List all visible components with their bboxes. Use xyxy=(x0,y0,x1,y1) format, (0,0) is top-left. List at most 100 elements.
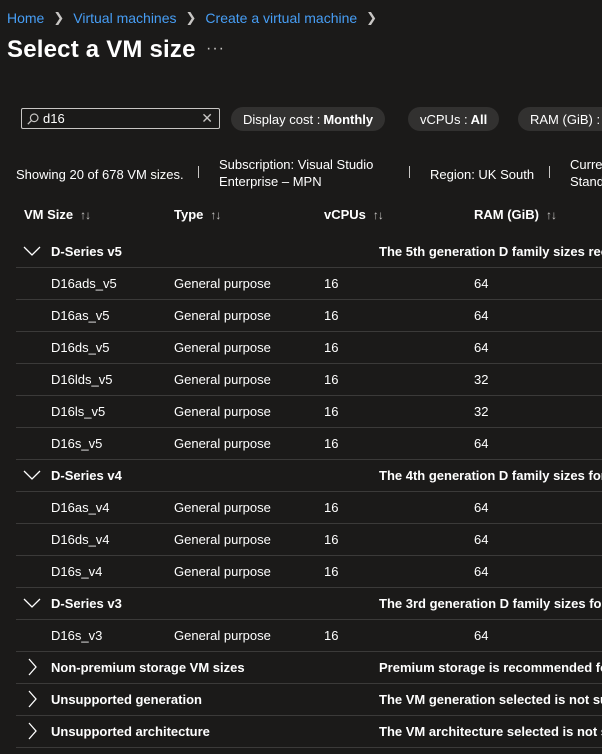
subscription-info: Subscription: Visual Studio Enterprise –… xyxy=(219,156,373,190)
search-input[interactable] xyxy=(43,111,193,126)
column-header-type[interactable]: Type ↑↓ xyxy=(174,207,221,222)
type-cell: General purpose xyxy=(174,308,271,323)
filter-label: Display cost : xyxy=(243,111,321,127)
column-header-vcpus[interactable]: vCPUs ↑↓ xyxy=(324,207,384,222)
chevron-down-icon[interactable] xyxy=(16,236,48,267)
vm-size-cell: D16ds_v4 xyxy=(51,532,110,547)
result-count: Showing 20 of 678 VM sizes. xyxy=(16,167,184,182)
search-icon xyxy=(27,112,39,125)
region-info: Region: UK South xyxy=(430,167,535,182)
vcpus-filter[interactable]: vCPUs : All xyxy=(408,107,500,131)
table-row[interactable]: D16ds_v4 General purpose 16 64 xyxy=(16,524,602,556)
group-row[interactable]: Unsupported architecture The VM architect… xyxy=(16,716,602,748)
table-row[interactable]: D16as_v4 General purpose 16 64 xyxy=(16,492,602,524)
filter-label: RAM (GiB) : xyxy=(530,111,601,127)
chevron-right-icon: ❯ xyxy=(366,10,378,25)
table-row[interactable]: D16s_v5 General purpose 16 64 xyxy=(16,428,602,460)
group-name: D-Series v5 xyxy=(51,244,122,259)
display-cost-filter[interactable]: Display cost : Monthly xyxy=(231,107,386,131)
type-cell: General purpose xyxy=(174,500,271,515)
group-row[interactable]: Non-premium storage VM sizes Premium stor… xyxy=(16,652,602,684)
group-description: The VM generation selected is not sup xyxy=(379,692,602,707)
vm-size-cell: D16s_v4 xyxy=(51,564,103,579)
vm-size-cell: D16lds_v5 xyxy=(51,372,113,387)
ram-filter[interactable]: RAM (GiB) : xyxy=(518,107,602,131)
vm-size-cell: D16ls_v5 xyxy=(51,404,106,419)
ram-cell: 64 xyxy=(474,500,489,515)
group-name: Unsupported architecture xyxy=(51,724,210,739)
type-cell: General purpose xyxy=(174,532,271,547)
vm-size-cell: D16s_v5 xyxy=(51,436,103,451)
vcpus-cell: 16 xyxy=(324,564,339,579)
ram-cell: 64 xyxy=(474,436,489,451)
chevron-right-icon[interactable] xyxy=(16,684,48,715)
table-row[interactable]: D16ds_v5 General purpose 16 64 xyxy=(16,332,602,364)
chevron-right-icon[interactable] xyxy=(16,652,48,683)
divider xyxy=(409,166,410,178)
sort-icon[interactable]: ↑↓ xyxy=(210,208,221,222)
breadcrumb: Home ❯ Virtual machines ❯ Create a virtu… xyxy=(7,10,386,26)
chevron-down-icon[interactable] xyxy=(16,460,48,491)
table-row[interactable]: D16ads_v5 General purpose 16 64 xyxy=(16,268,602,300)
group-name: Non-premium storage VM sizes xyxy=(51,660,245,675)
sort-icon[interactable]: ↑↓ xyxy=(80,208,91,222)
current-info: Curre Stand xyxy=(570,156,602,190)
sort-icon[interactable]: ↑↓ xyxy=(373,208,384,222)
vcpus-cell: 16 xyxy=(324,532,339,547)
group-name: D-Series v4 xyxy=(51,468,122,483)
clear-search-icon[interactable]: ✕ xyxy=(201,110,213,127)
breadcrumb-home-link[interactable]: Home xyxy=(7,10,44,26)
group-description: Premium storage is recommended for xyxy=(379,660,602,675)
ram-cell: 64 xyxy=(474,340,489,355)
chevron-down-icon[interactable] xyxy=(16,588,48,619)
group-description: The 3rd generation D family sizes for y xyxy=(379,596,602,611)
type-cell: General purpose xyxy=(174,628,271,643)
filter-value: Monthly xyxy=(323,111,374,127)
group-row[interactable]: D-Series v3 The 3rd generation D family s… xyxy=(16,588,602,620)
group-name: Unsupported generation xyxy=(51,692,202,707)
vcpus-cell: 16 xyxy=(324,276,339,291)
column-header-ram[interactable]: RAM (GiB) ↑↓ xyxy=(474,207,557,222)
column-header-label: Type xyxy=(174,207,204,222)
more-options-icon[interactable]: ··· xyxy=(206,40,225,58)
type-cell: General purpose xyxy=(174,340,271,355)
group-row[interactable]: Unsupported generation The VM generation … xyxy=(16,684,602,716)
vm-size-cell: D16as_v4 xyxy=(51,500,110,515)
vcpus-cell: 16 xyxy=(324,404,339,419)
table-row[interactable]: D16lds_v5 General purpose 16 32 xyxy=(16,364,602,396)
type-cell: General purpose xyxy=(174,404,271,419)
chevron-right-icon: ❯ xyxy=(185,10,197,25)
ram-cell: 64 xyxy=(474,628,489,643)
vcpus-cell: 16 xyxy=(324,372,339,387)
chevron-right-icon[interactable] xyxy=(16,716,48,747)
ram-cell: 64 xyxy=(474,564,489,579)
type-cell: General purpose xyxy=(174,276,271,291)
group-description: The 5th generation D family sizes reco xyxy=(379,244,602,259)
vm-size-cell: D16ds_v5 xyxy=(51,340,110,355)
vcpus-cell: 16 xyxy=(324,436,339,451)
table-row[interactable]: D16s_v3 General purpose 16 64 xyxy=(16,620,602,652)
search-box[interactable]: ✕ xyxy=(21,108,220,129)
vcpus-cell: 16 xyxy=(324,308,339,323)
column-header-vm-size[interactable]: VM Size ↑↓ xyxy=(24,207,91,222)
breadcrumb-create-vm-link[interactable]: Create a virtual machine xyxy=(205,10,357,26)
ram-cell: 64 xyxy=(474,308,489,323)
breadcrumb-virtual-machines-link[interactable]: Virtual machines xyxy=(73,10,176,26)
table-row[interactable]: D16s_v4 General purpose 16 64 xyxy=(16,556,602,588)
type-cell: General purpose xyxy=(174,564,271,579)
group-row[interactable]: D-Series v4 The 4th generation D family s… xyxy=(16,460,602,492)
table-row[interactable]: D16ls_v5 General purpose 16 32 xyxy=(16,396,602,428)
sort-icon[interactable]: ↑↓ xyxy=(546,208,557,222)
table-row[interactable]: D16as_v5 General purpose 16 64 xyxy=(16,300,602,332)
divider xyxy=(198,166,199,178)
group-row[interactable]: D-Series v5 The 5th generation D family s… xyxy=(16,236,602,268)
vm-size-cell: D16as_v5 xyxy=(51,308,110,323)
ram-cell: 32 xyxy=(474,372,489,387)
column-header-label: VM Size xyxy=(24,207,74,222)
vcpus-cell: 16 xyxy=(324,628,339,643)
divider xyxy=(549,166,550,178)
type-cell: General purpose xyxy=(174,436,271,451)
current-line: Curre xyxy=(570,157,602,172)
group-description: The 4th generation D family sizes for y xyxy=(379,468,602,483)
vm-size-cell: D16s_v3 xyxy=(51,628,103,643)
